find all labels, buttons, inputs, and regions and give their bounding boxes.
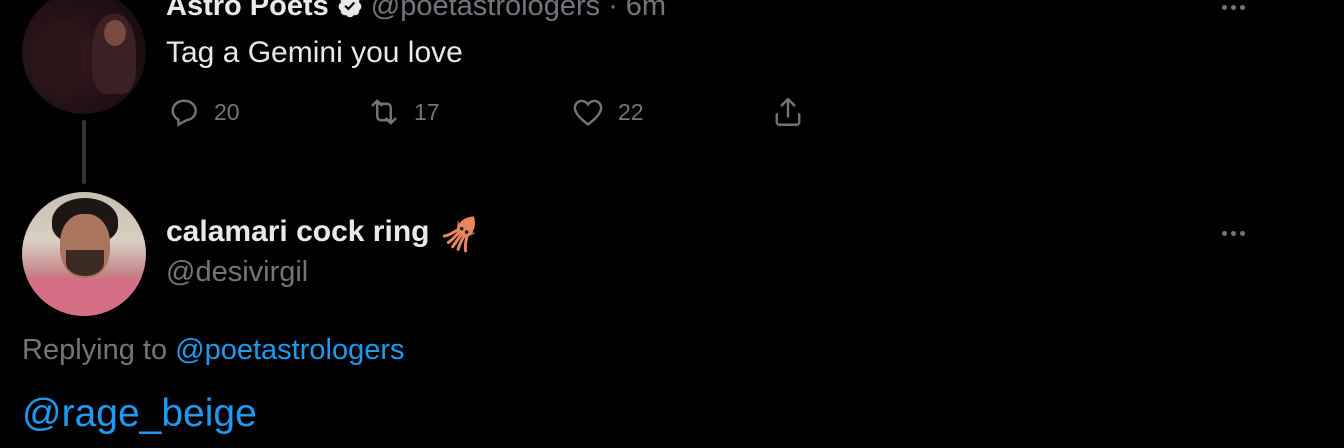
reply-button[interactable]: 20 — [166, 94, 240, 130]
retweet-count: 17 — [414, 98, 440, 125]
more-options-icon[interactable] — [1222, 2, 1252, 12]
reply-icon — [171, 99, 197, 127]
replying-to-prefix: Replying to — [22, 334, 168, 366]
reply-handle[interactable]: @desivirgil — [166, 256, 308, 289]
verified-badge-icon — [338, 0, 362, 18]
reply-tweet-text[interactable]: @rage_beige — [22, 392, 257, 436]
parent-timestamp[interactable]: 6m — [626, 0, 666, 23]
heart-icon — [573, 99, 603, 126]
parent-handle[interactable]: @poetastrologers — [371, 0, 600, 23]
like-button[interactable]: 22 — [570, 94, 644, 130]
reply-avatar[interactable] — [22, 192, 146, 316]
more-options-icon[interactable] — [1222, 228, 1252, 238]
reply-name-row: calamari cock ring — [166, 210, 485, 254]
share-icon — [775, 97, 801, 126]
parent-display-name[interactable]: Astro Poets — [166, 0, 329, 23]
parent-avatar[interactable] — [22, 0, 146, 114]
replying-to-handle-link[interactable]: @poetastrologers — [175, 334, 404, 366]
retweet-icon — [371, 99, 397, 125]
reply-count: 20 — [214, 98, 240, 125]
replying-to-line: Replying to @poetastrologers — [22, 334, 405, 367]
reply-display-name[interactable]: calamari cock ring — [166, 215, 429, 249]
header-separator: · — [608, 0, 618, 22]
avatar-face — [104, 20, 126, 46]
retweet-button[interactable]: 17 — [366, 94, 440, 130]
share-button[interactable] — [770, 94, 806, 130]
parent-tweet-text: Tag a Gemini you love — [166, 36, 463, 69]
like-count: 22 — [618, 98, 644, 125]
thread-connector-line — [82, 120, 86, 184]
avatar-figure-left — [42, 20, 82, 90]
tweet-actions-bar: 20 17 22 — [166, 94, 816, 134]
avatar-beard — [66, 250, 104, 276]
parent-tweet-header: Astro Poets @poetastrologers · 6m — [166, 0, 666, 24]
avatar-shirt — [22, 278, 146, 316]
squid-emoji-icon — [443, 216, 477, 253]
